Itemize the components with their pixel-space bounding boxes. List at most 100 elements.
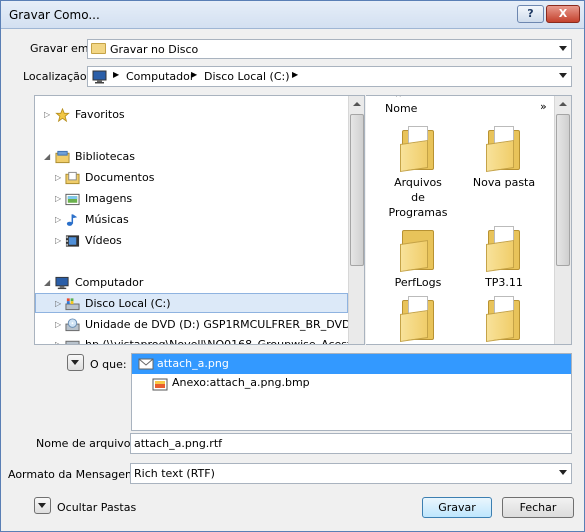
tree-item-favoritos[interactable]: ▷ Favoritos — [35, 105, 348, 125]
computer-icon — [55, 276, 69, 290]
tree-scrollbar[interactable] — [348, 96, 364, 344]
hide-folders-toggle[interactable] — [34, 497, 51, 514]
collapse-arrow-icon: ◢ — [44, 152, 51, 161]
dvd-drive-icon — [65, 318, 80, 332]
save-in-combo[interactable]: Gravar no Disco — [87, 39, 572, 59]
scroll-thumb[interactable] — [350, 114, 364, 266]
close-button[interactable]: Fechar — [502, 497, 574, 518]
save-button-label: Gravar — [438, 501, 476, 514]
tree-item-imagens[interactable]: ▷ Imagens — [35, 189, 348, 209]
breadcrumb-disco-local[interactable]: Disco Local (C:) — [204, 70, 290, 83]
what-item-attach[interactable]: attach_a.png — [132, 354, 571, 374]
star-icon — [55, 108, 70, 122]
help-button[interactable]: ? — [517, 5, 544, 23]
column-header-nome[interactable]: Nome — [385, 102, 417, 115]
file-item-nova-pasta[interactable]: Nova pasta — [459, 126, 549, 190]
what-toggle-button[interactable] — [67, 354, 84, 371]
tree-item-label: hp (\\vistaprog\Novell\NO0168_Groupwise_… — [85, 338, 352, 345]
window-close-button[interactable]: X — [546, 5, 580, 23]
more-columns-icon[interactable]: » — [540, 100, 547, 113]
location-separator-icon: ▶ — [191, 70, 198, 79]
tree-item-label: Músicas — [85, 213, 129, 226]
file-item-label: Nova pasta — [472, 176, 536, 189]
filename-input[interactable]: attach_a.png.rtf — [130, 433, 572, 454]
file-item-label: PerfLogs — [394, 276, 442, 289]
tree-item-label: Disco Local (C:) — [85, 297, 171, 310]
tree-item-computador[interactable]: ◢ Computador — [35, 273, 348, 293]
file-item-folder-partial[interactable] — [373, 296, 463, 342]
image-file-icon — [152, 378, 168, 391]
expand-arrow-icon: ▷ — [55, 320, 62, 329]
documents-icon — [65, 171, 80, 185]
location-bar[interactable]: ▶ Computador ▶ Disco Local (C:) ▶ — [87, 66, 572, 87]
chevron-down-icon — [71, 360, 79, 365]
sort-up-icon: ^ — [395, 95, 402, 102]
tree-item-videos[interactable]: ▷ Vídeos — [35, 231, 348, 251]
folder-icon — [486, 126, 522, 172]
file-item-perflogs[interactable]: PerfLogs — [373, 226, 463, 290]
folder-icon — [486, 226, 522, 272]
format-combo[interactable]: Rich text (RTF) — [130, 463, 572, 484]
tree-item-label: Vídeos — [85, 234, 122, 247]
file-item-arquivos-de-programas[interactable]: Arquivos de Programas — [373, 126, 463, 220]
navigation-tree: ▷ Favoritos ◢ Bibliotecas ▷ Documentos ▷… — [34, 95, 365, 345]
format-value: Rich text (RTF) — [134, 467, 215, 480]
tree-item-bibliotecas[interactable]: ◢ Bibliotecas — [35, 147, 348, 167]
chevron-down-icon — [559, 73, 567, 78]
file-item-tp3-11[interactable]: TP3.11 — [459, 226, 549, 290]
window-title: Gravar Como... — [9, 8, 100, 22]
computer-icon — [92, 70, 107, 84]
scroll-up-icon[interactable] — [559, 102, 567, 106]
folder-icon — [486, 296, 522, 342]
folder-icon — [91, 43, 106, 54]
scroll-up-icon[interactable] — [353, 102, 361, 106]
tree-item-documentos[interactable]: ▷ Documentos — [35, 168, 348, 188]
tree-item-musicas[interactable]: ▷ Músicas — [35, 210, 348, 230]
tree-item-label: Imagens — [85, 192, 133, 205]
collapse-arrow-icon: ◢ — [44, 278, 51, 287]
close-icon: X — [558, 7, 568, 20]
file-item-folder-partial[interactable] — [459, 296, 549, 342]
what-item-anexo[interactable]: Anexo:attach_a.png.bmp — [132, 374, 571, 394]
location-label: Localização: — [23, 70, 91, 83]
library-icon — [55, 150, 70, 164]
folder-icon — [400, 296, 436, 342]
expand-arrow-icon: ▷ — [55, 340, 62, 345]
expand-arrow-icon: ▷ — [55, 236, 62, 245]
tree-item-dvd[interactable]: ▷ Unidade de DVD (D:) GSP1RMCULFRER_BR_D… — [35, 315, 351, 335]
format-label: Aormato da Mensagem: — [8, 468, 140, 481]
close-button-label: Fechar — [519, 501, 557, 514]
title-bar: Gravar Como... ? X — [1, 1, 584, 29]
chevron-down-icon — [559, 470, 567, 475]
video-icon — [65, 235, 80, 247]
save-as-dialog: Gravar Como... ? X Gravar em: Gravar no … — [0, 0, 585, 532]
save-in-label: Gravar em: — [30, 42, 93, 55]
expand-arrow-icon: ▷ — [44, 110, 51, 119]
scroll-thumb[interactable] — [556, 114, 570, 266]
breadcrumb-computador[interactable]: Computador — [126, 70, 194, 83]
what-label: O que: — [90, 358, 127, 371]
tree-item-label: Favoritos — [75, 108, 125, 121]
tree-item-label: Unidade de DVD (D:) GSP1RMCULFRER_BR_DVD — [85, 318, 351, 331]
expand-arrow-icon: ▷ — [55, 215, 62, 224]
tree-item-network[interactable]: ▷ hp (\\vistaprog\Novell\NO0168_Groupwis… — [35, 335, 352, 345]
expand-arrow-icon: ▷ — [55, 299, 62, 308]
location-separator-icon: ▶ — [292, 70, 299, 79]
file-view: ^ Nome » Arquivos de Programas Nova past… — [366, 95, 572, 345]
expand-arrow-icon: ▷ — [55, 194, 62, 203]
file-item-label: TP3.11 — [485, 276, 523, 289]
tree-item-label: Bibliotecas — [75, 150, 136, 163]
filename-value: attach_a.png.rtf — [134, 437, 223, 450]
files-scrollbar[interactable] — [554, 96, 571, 344]
what-item-label: Anexo:attach_a.png.bmp — [172, 376, 310, 389]
music-icon — [66, 214, 78, 226]
chevron-down-icon — [559, 46, 567, 51]
tree-item-label: Computador — [75, 276, 144, 289]
help-icon: ? — [527, 7, 534, 20]
location-separator-icon: ▶ — [113, 70, 120, 79]
hide-folders-label[interactable]: Ocultar Pastas — [57, 501, 136, 514]
tree-item-disco-local[interactable]: ▷ Disco Local (C:) — [35, 293, 348, 313]
what-item-label: attach_a.png — [157, 357, 229, 370]
save-button[interactable]: Gravar — [422, 497, 492, 518]
drive-icon — [65, 298, 80, 311]
